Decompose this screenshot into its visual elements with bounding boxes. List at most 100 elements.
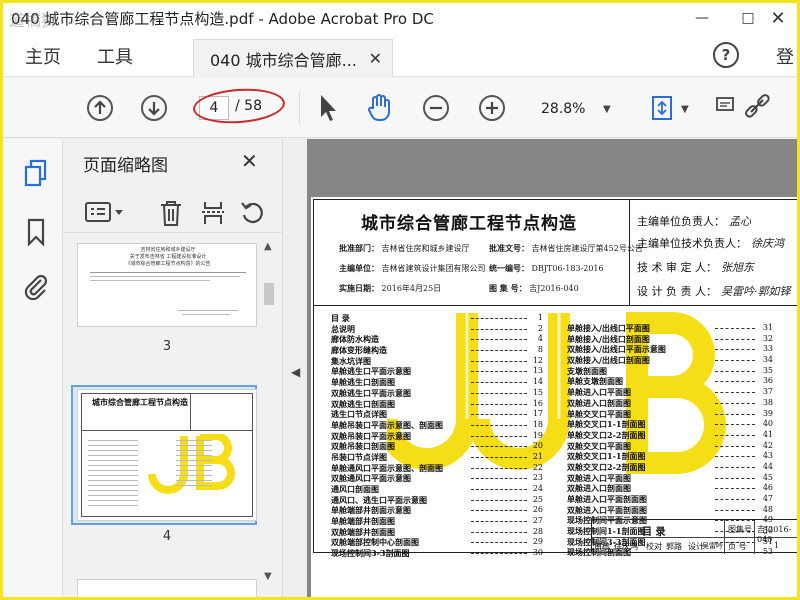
toc-entry[interactable]: 集水坑详图 12 [331, 356, 553, 367]
toc-entry[interactable]: 双舱逃生口平面示意图 15 [331, 388, 553, 399]
scroll-thumb[interactable] [264, 283, 274, 305]
document-tab[interactable]: 040 城市综合管廊... ✕ [193, 39, 393, 77]
thumbnail-page-3[interactable]: 吉林省住房和城乡建设厅 关于发布吉林省 工程建设标准设计 《城市综合管廊工程节点… [77, 243, 257, 327]
scroll-up-icon[interactable]: ▲ [264, 241, 272, 252]
select-tool-icon[interactable] [317, 93, 339, 127]
toc-entry[interactable]: 双舱端部控制中心剖面图 29 [331, 537, 553, 548]
hand-tool-icon[interactable] [365, 92, 395, 126]
toc-entry-page: 40 [762, 419, 773, 429]
toc-entry[interactable]: 双舱交叉口2-2剖面图 44 [567, 462, 789, 473]
zoom-dropdown-icon[interactable]: ▼ [603, 104, 611, 115]
menu-bar: 主页 工具 040 城市综合管廊... ✕ ? 登 [3, 33, 797, 77]
toc-entry[interactable]: 总说明 2 [331, 324, 553, 335]
toc-entry-page: 45 [762, 472, 773, 482]
toc-entry[interactable]: 双舱进入口平面图 45 [567, 473, 789, 484]
toc-entry-title: 单舱进入口平面剖面图 [567, 494, 647, 504]
rotate-page-icon[interactable] [239, 199, 267, 231]
next-page-icon[interactable] [141, 95, 167, 121]
toc-entry[interactable]: 单舱交叉口1-1剖面图 40 [567, 419, 789, 430]
login-link[interactable]: 登 [776, 43, 794, 69]
extract-pages-icon[interactable] [199, 199, 227, 231]
panel-toolbar [63, 193, 283, 233]
toc-entry[interactable]: 单舱吊装口平面示意图、剖面图 18 [331, 420, 553, 431]
toc-entry[interactable]: 双舱吊装口平面示意图 19 [331, 431, 553, 442]
toc-entry[interactable]: 双舱进入口剖面图 38 [567, 398, 789, 409]
toc-entry[interactable]: 单舱端部井剖面示意图 26 [331, 505, 553, 516]
toc-entry[interactable]: 双舱交叉口平面图 42 [567, 441, 789, 452]
block-designer: 吴雷吟 [702, 542, 723, 550]
toc-entry[interactable]: 双舱接入/出线口剖面图 34 [567, 355, 789, 366]
toc-entry[interactable]: 双舱接入/出线口平面示意图 33 [567, 344, 789, 355]
toc-entry[interactable]: 单舱交叉口2-2剖面图 41 [567, 430, 789, 441]
toc-entry[interactable]: 逃生口节点详图 17 [331, 409, 553, 420]
editor: 吉林省建筑设计集团有限公司 [381, 264, 486, 273]
fit-page-icon[interactable] [649, 94, 677, 126]
toc-entry[interactable]: 双舱逃生口剖面图 16 [331, 399, 553, 410]
toc-entry[interactable]: 单舱逃生口平面示意图 13 [331, 366, 553, 377]
zoom-out-icon[interactable] [423, 95, 449, 121]
toc-entry[interactable]: 支墩剖面图 35 [567, 366, 789, 377]
toc-entry[interactable]: 单舱交叉口平面图 39 [567, 409, 789, 420]
toc-entry[interactable]: 双舱进入口剖面图 46 [567, 483, 789, 494]
toc-entry[interactable]: 单舱支墩剖面图 36 [567, 376, 789, 387]
close-window-icon[interactable]: ✕ [755, 3, 797, 33]
toc-entry-page: 39 [762, 408, 773, 418]
comment-icon[interactable] [715, 94, 737, 126]
toc-entry[interactable]: 单舱进入口平面图 37 [567, 387, 789, 398]
close-panel-icon[interactable]: ✕ [241, 149, 258, 173]
toc-entry-title: 单舱交叉口1-1剖面图 [567, 419, 646, 430]
previous-page-icon[interactable] [87, 95, 113, 121]
toc-entry[interactable]: 吊装口节点详图 21 [331, 452, 553, 463]
toc-entry[interactable]: 双舱端部井剖面图 28 [331, 527, 553, 538]
toc-entry[interactable]: 双舱交叉口1-1剖面图 43 [567, 451, 789, 462]
signature-row: 技 术 审 定 人： 张旭东 [637, 261, 754, 274]
toc-entry[interactable]: 现场控制间3-3剖面图 30 [331, 548, 553, 559]
panel-collapse-handle[interactable]: ◀ [285, 139, 307, 597]
toc-entry-title: 双舱进入口剖面图 [567, 483, 631, 494]
toc-entry-title: 单舱端部井剖面图 [331, 516, 395, 527]
collapse-arrow-icon[interactable]: ◀ [291, 365, 300, 379]
toc-entry[interactable]: 廊体防水构造 4 [331, 334, 553, 345]
toc-entry-title: 单舱进入口平面图 [567, 387, 631, 398]
toc-entry-title: 单舱逃生口剖面图 [331, 377, 395, 388]
toc-entry[interactable]: 廊体变形缝构造 8 [331, 345, 553, 356]
toc-leader [471, 456, 527, 458]
toc-leader [471, 350, 527, 352]
thumbnail-page-5[interactable] [77, 579, 257, 597]
zoom-level-input[interactable]: 28.8% [531, 96, 605, 122]
close-tab-icon[interactable]: ✕ [369, 49, 382, 68]
delete-page-icon[interactable] [159, 199, 183, 231]
toc-entry[interactable]: 目 录 1 [331, 313, 553, 324]
attachments-icon[interactable] [23, 271, 49, 305]
toc-entry-page: 20 [532, 441, 543, 451]
thumbnail-scrollbar[interactable]: ▲ ▼ [261, 241, 277, 589]
fit-dropdown-icon[interactable]: ▼ [681, 104, 689, 115]
scroll-down-icon[interactable]: ▼ [264, 571, 272, 582]
page-thumbnails-icon[interactable] [23, 159, 49, 193]
toc-left: 目 录 1 总说明 2 廊体防水构造 4 廊体变形缝构造 8 集水坑详图 12 单舱逃生口平面示意图… [331, 313, 553, 559]
toc-entry[interactable]: 双舱通风口平面示意图 23 [331, 473, 553, 484]
toc-entry[interactable]: 单舱端部井剖面图 27 [331, 516, 553, 527]
toc-entry[interactable]: 单舱逃生口剖面图 14 [331, 377, 553, 388]
zoom-in-icon[interactable] [479, 95, 505, 121]
toc-entry[interactable]: 双舱进入口平面剖面图 48 [567, 505, 789, 516]
share-link-icon[interactable] [743, 92, 773, 126]
block-check-label: 校对 [646, 542, 662, 551]
minimize-icon[interactable]: — [679, 3, 725, 33]
toc-entry[interactable]: 双舱吊装口剖面图 20 [331, 441, 553, 452]
toc-entry[interactable]: 单舱接入/出线口平面图 31 [567, 323, 789, 334]
toc-entry[interactable]: 单舱通风口平面示意图、剖面图 22 [331, 463, 553, 474]
toc-leader [715, 488, 755, 490]
bookmarks-icon[interactable] [25, 217, 47, 251]
toc-entry-title: 单舱通风口平面示意图、剖面图 [331, 462, 443, 473]
toc-entry[interactable]: 通风口剖面图 24 [331, 484, 553, 495]
help-icon[interactable]: ? [713, 42, 739, 68]
toc-entry[interactable]: 通风口、逃生口平面示意图 25 [331, 495, 553, 506]
toc-entry-title: 廊体变形缝构造 [331, 345, 387, 356]
menu-tools[interactable]: 工具 [97, 43, 133, 69]
thumbnail-page-4[interactable]: 城市综合管廊工程节点构造 [77, 389, 257, 521]
toc-entry[interactable]: 单舱进入口平面剖面图 47 [567, 494, 789, 505]
menu-home[interactable]: 主页 [25, 43, 61, 69]
toc-entry[interactable]: 单舱接入/出线口剖面图 32 [567, 334, 789, 345]
thumbnail-options-icon[interactable] [85, 201, 125, 229]
